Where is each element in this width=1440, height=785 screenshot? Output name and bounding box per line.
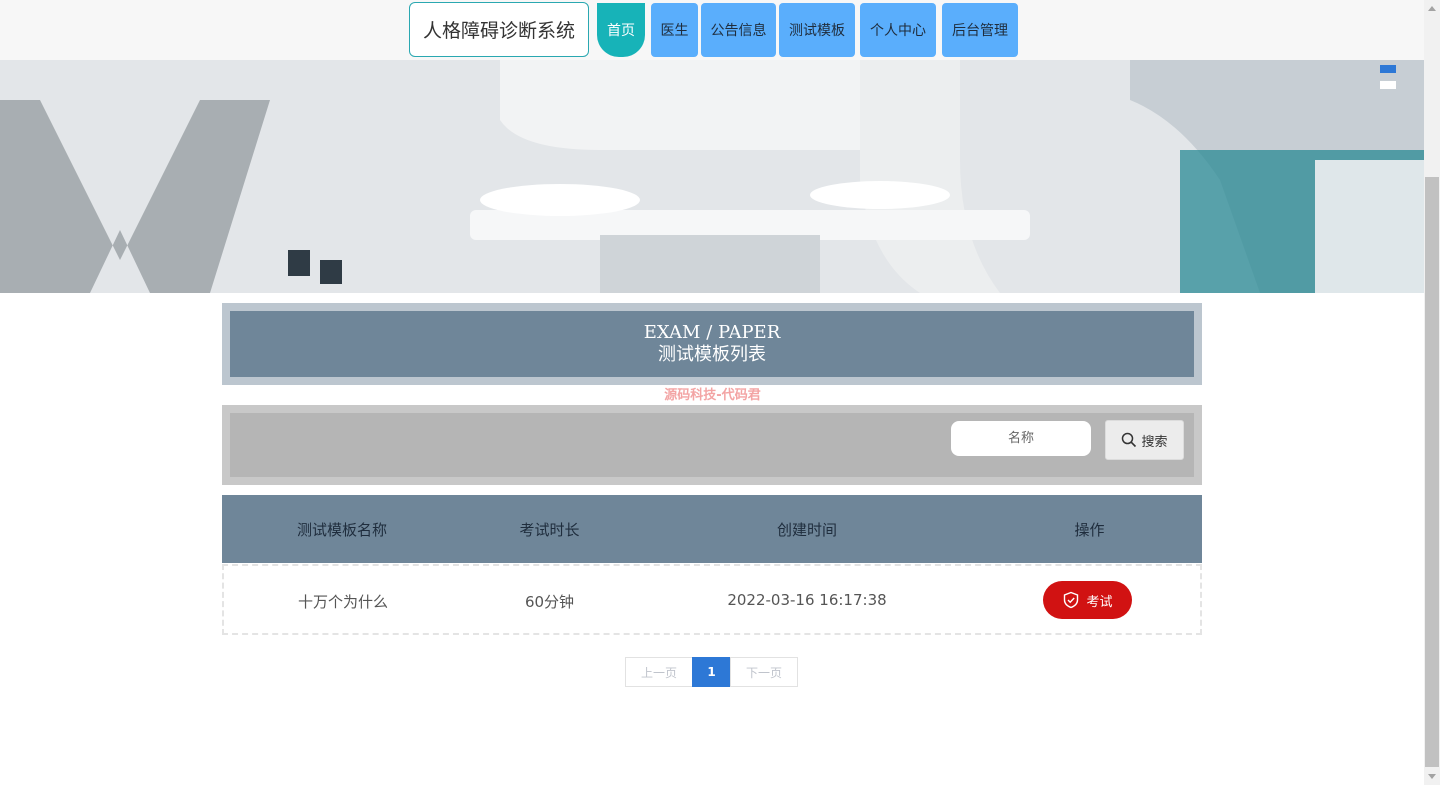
- table-header-name: 测试模板名称: [296, 521, 387, 539]
- cell-template-name: 十万个为什么: [297, 593, 388, 611]
- cell-duration: 60分钟: [524, 593, 575, 611]
- hero-banner: [0, 60, 1424, 293]
- nav-item-notice[interactable]: 公告信息: [701, 3, 776, 57]
- search-button-label: 搜索: [1141, 434, 1168, 450]
- pagination-page-1[interactable]: 1: [692, 657, 731, 687]
- section-title-cn: 测试模板列表: [658, 344, 766, 365]
- table-header-created: 创建时间: [776, 521, 837, 539]
- shield-check-icon: [1064, 591, 1079, 609]
- search-name-input[interactable]: [951, 421, 1091, 456]
- nav-item-doctor[interactable]: 医生: [651, 3, 698, 57]
- table-header: 测试模板名称 考试时长 创建时间 操作: [222, 495, 1202, 563]
- nav-item-admin[interactable]: 后台管理: [942, 3, 1018, 57]
- watermark-text: 源码科技-代码君: [664, 388, 761, 403]
- table-header-action: 操作: [1074, 521, 1105, 539]
- scroll-up-arrow-icon[interactable]: [1428, 6, 1436, 11]
- exam-button[interactable]: 考试: [1043, 581, 1132, 619]
- banner-pager-toggle[interactable]: [1376, 62, 1400, 92]
- pagination-next[interactable]: 下一页: [730, 657, 798, 687]
- exam-button-label: 考试: [1086, 594, 1113, 610]
- scroll-down-arrow-icon[interactable]: [1428, 774, 1436, 779]
- section-title-en: EXAM / PAPER: [643, 322, 781, 343]
- nav-item-personal-center[interactable]: 个人中心: [860, 3, 936, 57]
- cell-created-time: 2022-03-16 16:17:38: [727, 591, 887, 609]
- scrollbar-thumb[interactable]: [1425, 177, 1439, 767]
- section-header: EXAM / PAPER 测试模板列表: [222, 303, 1202, 385]
- section-header-inner: EXAM / PAPER 测试模板列表: [230, 311, 1194, 377]
- search-icon: [1122, 432, 1137, 448]
- pagination-prev[interactable]: 上一页: [625, 657, 693, 687]
- banner-indicator-icon: [1380, 65, 1396, 89]
- site-title[interactable]: 人格障碍诊断系统: [409, 2, 589, 57]
- banner-image: [0, 60, 1424, 293]
- nav-item-home[interactable]: 首页: [597, 3, 645, 57]
- table-header-duration: 考试时长: [519, 521, 580, 539]
- search-button[interactable]: 搜索: [1105, 420, 1184, 460]
- nav-item-test-template[interactable]: 测试模板: [779, 3, 855, 57]
